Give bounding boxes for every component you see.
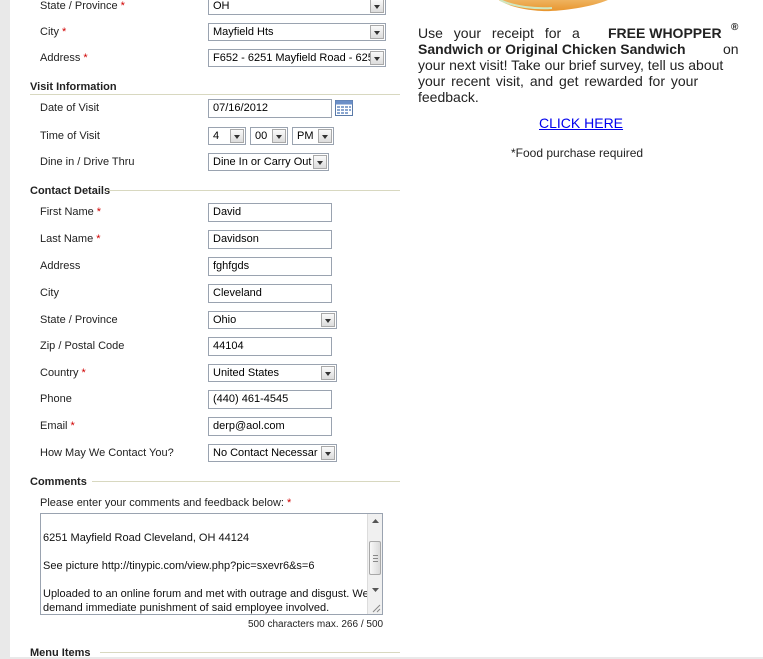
- date-label: Date of Visit: [40, 102, 100, 114]
- comment-line: 6251 Mayfield Road Cleveland, OH 44124: [43, 532, 250, 544]
- contact-city-label: City: [40, 287, 59, 299]
- promo-text: Use your receipt for a FREE WHOPPER ® Sa…: [418, 22, 741, 107]
- contact-state-select[interactable]: Ohio: [208, 311, 337, 329]
- dine-label: Dine in / Drive Thru: [40, 156, 135, 168]
- location-state-select[interactable]: OH: [208, 0, 386, 15]
- contact-method-select[interactable]: No Contact Necessar: [208, 444, 337, 462]
- first-name-label: First Name *: [40, 206, 102, 218]
- dine-select[interactable]: Dine In or Carry Out: [208, 153, 329, 171]
- dropdown-arrow-icon: [321, 446, 335, 460]
- survey-page: State / Province * OH City * Mayfield Hts …: [10, 0, 763, 659]
- sandwich-image: [496, 0, 612, 12]
- email-input[interactable]: derp@aol.com: [208, 417, 332, 436]
- last-name-label: Last Name *: [40, 233, 101, 245]
- email-label: Email *: [40, 420, 75, 432]
- comments-textarea[interactable]: 6251 Mayfield Road Cleveland, OH 44124 S…: [40, 513, 383, 615]
- dropdown-arrow-icon: [370, 51, 384, 65]
- dropdown-arrow-icon: [370, 0, 384, 13]
- contact-method-label: How May We Contact You?: [40, 447, 174, 459]
- menu-section-title: Menu Items: [30, 647, 91, 659]
- state-label: State / Province *: [40, 0, 125, 12]
- comment-line: See picture http://tinypic.com/view.php?…: [43, 560, 315, 572]
- dropdown-arrow-icon: [272, 129, 286, 143]
- ampm-select[interactable]: PM: [292, 127, 334, 145]
- promo-line: your recent visit, and get rewarded for …: [418, 73, 699, 89]
- resize-grip-icon[interactable]: [368, 600, 382, 614]
- contact-address-input[interactable]: fghfgds: [208, 257, 332, 276]
- promo-line: your next visit! Take our brief survey, …: [418, 57, 724, 73]
- zip-input[interactable]: 44104: [208, 337, 332, 356]
- first-name-input[interactable]: David: [208, 203, 332, 222]
- section-divider: [30, 94, 400, 95]
- time-label: Time of Visit: [40, 130, 100, 142]
- section-divider: [92, 481, 400, 482]
- location-city-select[interactable]: Mayfield Hts: [208, 23, 386, 41]
- dropdown-arrow-icon: [230, 129, 244, 143]
- scroll-down-icon[interactable]: [368, 582, 382, 597]
- dropdown-arrow-icon: [318, 129, 332, 143]
- country-label: Country *: [40, 367, 86, 379]
- minute-select[interactable]: 00: [250, 127, 288, 145]
- food-purchase-note: *Food purchase required: [511, 146, 644, 160]
- calendar-icon[interactable]: [335, 100, 353, 116]
- zip-label: Zip / Postal Code: [40, 340, 125, 352]
- comments-prompt: Please enter your comments and feedback …: [40, 497, 292, 509]
- click-here-link[interactable]: CLICK HERE: [539, 115, 623, 131]
- character-counter: 500 characters max. 266 / 500: [248, 619, 384, 630]
- city-label: City *: [40, 26, 67, 38]
- country-select[interactable]: United States: [208, 364, 337, 382]
- comment-line: Uploaded to an online forum and met with…: [43, 588, 367, 600]
- contact-state-label: State / Province: [40, 314, 118, 326]
- hour-select[interactable]: 4: [208, 127, 246, 145]
- dropdown-arrow-icon: [370, 25, 384, 39]
- date-input[interactable]: 07/16/2012: [208, 99, 332, 118]
- dropdown-arrow-icon: [313, 155, 327, 169]
- contact-section-title: Contact Details: [30, 185, 111, 197]
- scroll-up-icon[interactable]: [368, 514, 382, 529]
- phone-input[interactable]: (440) 461-4545: [208, 390, 332, 409]
- required-marker: *: [120, 0, 125, 12]
- contact-address-label: Address: [40, 260, 81, 272]
- promo-line: feedback.: [418, 89, 479, 105]
- address-label: Address *: [40, 52, 88, 64]
- promo-line: Sandwich or Original Chicken Sandwich on: [418, 41, 739, 57]
- phone-label: Phone: [40, 393, 72, 405]
- visit-section-title: Visit Information: [30, 81, 117, 93]
- comment-line: demand immediate punishment of said empl…: [43, 602, 330, 614]
- comments-scrollbar[interactable]: [367, 514, 382, 614]
- dropdown-arrow-icon: [321, 366, 335, 380]
- section-divider: [100, 652, 400, 653]
- location-address-select[interactable]: F652 - 6251 Mayfield Road - 625: [208, 49, 386, 67]
- comments-section-title: Comments: [30, 476, 87, 488]
- scroll-thumb[interactable]: [369, 541, 381, 575]
- last-name-input[interactable]: Davidson: [208, 230, 332, 249]
- contact-city-input[interactable]: Cleveland: [208, 284, 332, 303]
- dropdown-arrow-icon: [321, 313, 335, 327]
- section-divider: [106, 190, 400, 191]
- promo-line: Use your receipt for a FREE WHOPPER ®: [418, 22, 739, 41]
